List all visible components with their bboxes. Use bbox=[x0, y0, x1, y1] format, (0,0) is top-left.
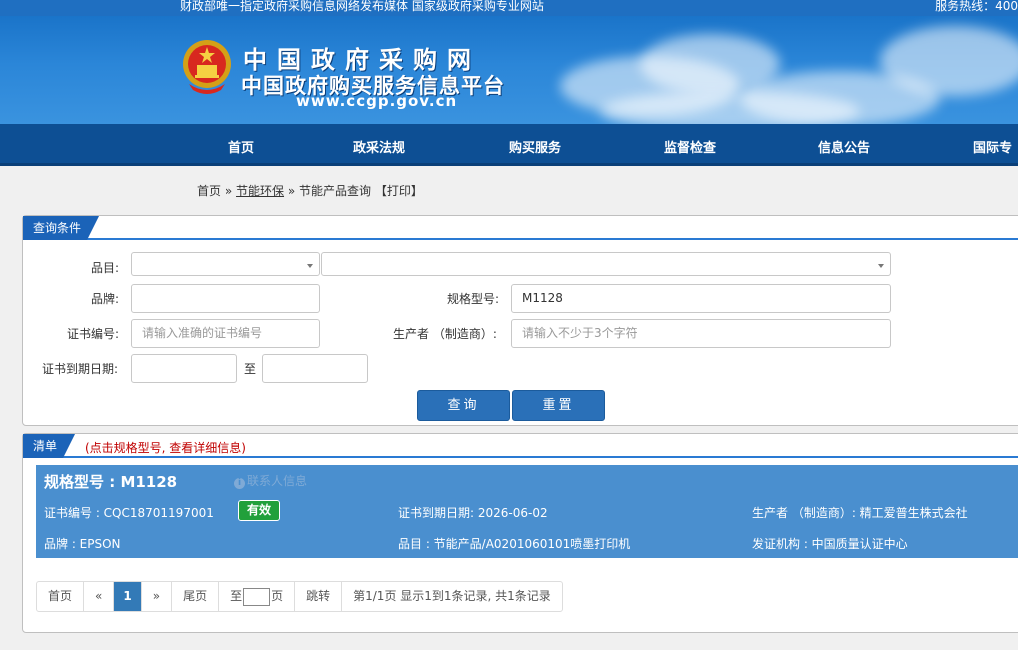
first-page-button[interactable]: 首页 bbox=[37, 582, 85, 611]
prev-page-button[interactable]: « bbox=[84, 582, 115, 611]
national-emblem-icon bbox=[183, 40, 231, 94]
category-select-secondary[interactable] bbox=[321, 252, 891, 276]
brand-input[interactable] bbox=[131, 284, 320, 313]
service-hotline: 服务热线：400 bbox=[935, 0, 1018, 13]
expiry-date: 证书到期日期: 2026-06-02 bbox=[398, 506, 548, 520]
next-page-button[interactable]: » bbox=[142, 582, 173, 611]
manufacturer-label: 生产者 （制造商）: bbox=[393, 327, 497, 341]
breadcrumb-energy-saving[interactable]: 节能环保 bbox=[236, 184, 284, 198]
breadcrumb: 首页 » 节能环保 » 节能产品查询 【打印】 bbox=[197, 184, 423, 198]
nav-supervision[interactable]: 监督检查 bbox=[664, 137, 716, 156]
cert-number: 证书编号 : CQC18701197001 bbox=[44, 506, 214, 520]
nav-purchase-service[interactable]: 购买服务 bbox=[509, 137, 561, 156]
expiry-to-input[interactable] bbox=[262, 354, 368, 383]
brand: 品牌 : EPSON bbox=[44, 537, 121, 551]
manufacturer-input[interactable]: 请输入不少于3个字符 bbox=[511, 319, 891, 348]
list-hint: (点击规格型号, 查看详细信息) bbox=[85, 441, 246, 455]
manufacturer: 生产者 （制造商）: 精工爱普生株式会社 bbox=[752, 506, 968, 520]
search-button[interactable]: 查询 bbox=[417, 390, 510, 421]
print-link[interactable]: 【打印】 bbox=[375, 184, 423, 198]
last-page-button[interactable]: 尾页 bbox=[172, 582, 220, 611]
site-url: www.ccgp.gov.cn bbox=[296, 92, 458, 110]
page-1-button[interactable]: 1 bbox=[114, 582, 142, 611]
nav-announcements[interactable]: 信息公告 bbox=[818, 137, 870, 156]
cert-number-input[interactable]: 请输入准确的证书编号 bbox=[131, 319, 320, 348]
goto-page-input[interactable] bbox=[243, 587, 271, 606]
main-nav: 首页 政采法规 购买服务 监督检查 信息公告 国际专 bbox=[0, 124, 1018, 166]
nav-international[interactable]: 国际专 bbox=[973, 137, 1012, 156]
site-slogan: 财政部唯一指定政府采购信息网络发布媒体 国家级政府采购专业网站 bbox=[180, 0, 544, 13]
category-select-primary[interactable] bbox=[131, 252, 320, 276]
cert-number-label: 证书编号: bbox=[67, 327, 120, 341]
to-label: 至 bbox=[244, 362, 257, 376]
category-label: 品目: bbox=[91, 261, 120, 275]
expiry-date-label: 证书到期日期: bbox=[42, 362, 119, 376]
chevron-down-icon bbox=[878, 264, 884, 268]
nav-home[interactable]: 首页 bbox=[228, 137, 254, 156]
contact-info-link[interactable]: i 联系人信息 bbox=[234, 472, 307, 489]
status-badge: 有效 bbox=[238, 500, 281, 521]
site-banner: 中国政府采购网 中国政府购买服务信息平台 www.ccgp.gov.cn bbox=[0, 16, 1018, 124]
list-panel-title: 清单 bbox=[23, 434, 75, 458]
breadcrumb-current: 节能产品查询 bbox=[299, 184, 372, 198]
reset-button[interactable]: 重置 bbox=[512, 390, 605, 421]
nav-regulations[interactable]: 政采法规 bbox=[353, 137, 405, 156]
pagination: 首页 « 1 » 尾页 至页 跳转 第1/1页 显示1到1条记录, 共1条记录 bbox=[36, 581, 563, 612]
category: 品目 : 节能产品/A0201060101喷墨打印机 bbox=[398, 537, 631, 551]
chevron-down-icon bbox=[307, 264, 313, 268]
issuing-body: 发证机构 : 中国质量认证中心 bbox=[752, 537, 908, 551]
list-panel: 清单 (点击规格型号, 查看详细信息) 规格型号 : M1128 i 联系人信息 … bbox=[22, 433, 1018, 633]
brand-label: 品牌: bbox=[91, 292, 120, 306]
model-link[interactable]: 规格型号 : M1128 bbox=[44, 471, 177, 492]
breadcrumb-home[interactable]: 首页 bbox=[197, 184, 221, 198]
goto-page: 至页 bbox=[219, 582, 296, 611]
model-label: 规格型号: bbox=[447, 292, 500, 306]
result-card: 规格型号 : M1128 i 联系人信息 证书编号 : CQC1870119700… bbox=[36, 465, 1018, 558]
model-input[interactable]: M1128 bbox=[511, 284, 891, 313]
info-icon: i bbox=[234, 478, 245, 489]
query-panel: 查询条件 品目: 品牌: 规格型号: M1128 证书编号: 请输入准确的证书编… bbox=[22, 215, 1018, 426]
top-strip: 财政部唯一指定政府采购信息网络发布媒体 国家级政府采购专业网站 服务热线：400 bbox=[0, 0, 1018, 16]
expiry-from-input[interactable] bbox=[131, 354, 237, 383]
query-panel-title: 查询条件 bbox=[23, 216, 99, 240]
page-summary: 第1/1页 显示1到1条记录, 共1条记录 bbox=[353, 589, 551, 603]
jump-button[interactable]: 跳转 bbox=[295, 582, 343, 611]
